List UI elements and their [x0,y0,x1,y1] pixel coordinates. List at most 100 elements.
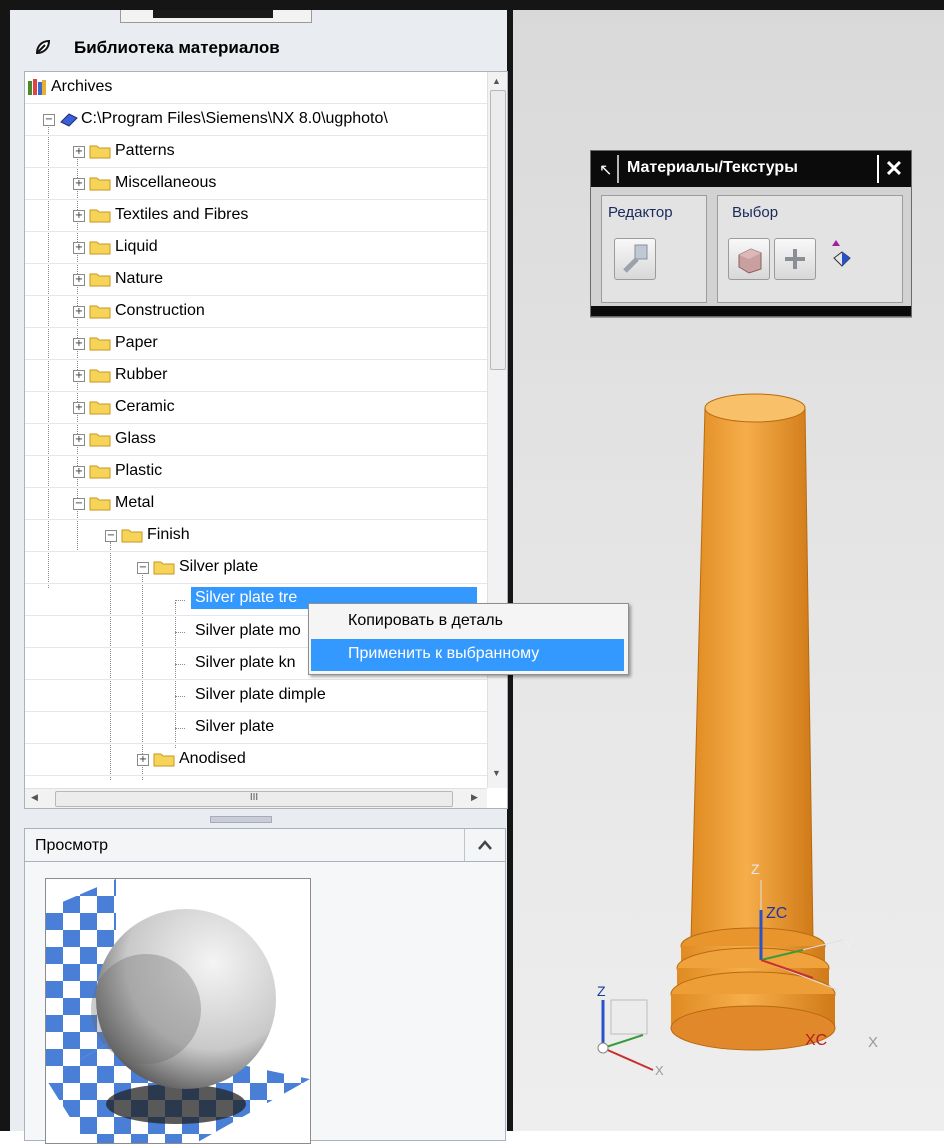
tree-row-silver-item[interactable]: Silver plate [25,712,487,744]
expand-icon[interactable]: + [73,210,85,222]
axis-label-y: Y [844,937,854,954]
tree-vertical-scrollbar[interactable]: ▲ ▼ [487,72,507,788]
tree-label-folder: Ceramic [115,398,175,415]
folder-icon [89,145,111,159]
expand-icon[interactable]: + [73,242,85,254]
toolbar-titlebar[interactable]: ↖ Материалы/Текстуры ✕ [591,151,911,187]
axis-label-x: X [868,1034,878,1051]
tree-row-finish[interactable]: − Finish [25,520,487,552]
diamond-arrow-icon [832,240,851,267]
tree-row-anodised[interactable]: + Anodised [25,744,487,776]
folder-icon [89,465,111,479]
library-title: Библиотека материалов [74,38,280,57]
tree-label-silver-item: Silver plate [195,718,275,735]
expand-icon[interactable]: + [73,370,85,382]
tree-row-folder[interactable]: + Plastic [25,456,487,488]
tree-label-folder: Glass [115,430,156,447]
plus-icon [785,249,805,269]
scroll-right-arrow-icon[interactable]: ▶ [471,792,478,803]
folder-icon [153,561,175,575]
toolbar-group-editor: Редактор [601,195,707,303]
collapse-icon[interactable]: − [137,562,149,574]
menu-item-apply-to-selected[interactable]: Применить к выбранному [311,639,624,671]
select-material-button[interactable] [728,238,770,280]
menu-item-label: Копировать в деталь [348,612,503,629]
expand-icon[interactable]: + [73,338,85,350]
scroll-up-arrow-icon[interactable]: ▲ [492,76,501,86]
group-label-editor: Редактор [608,204,673,221]
tree-label-silver-item: Silver plate mo [195,622,301,639]
materials-textures-toolbar: ↖ Материалы/Текстуры ✕ Редактор Выбор [590,150,912,317]
preview-pane [24,862,506,1144]
tree-row-folder[interactable]: + Textiles and Fibres [25,200,487,232]
expand-icon[interactable]: + [73,178,85,190]
tree-label-finish: Finish [147,526,190,543]
tree-row-folder[interactable]: + Glass [25,424,487,456]
library-book-icon [60,113,78,127]
axis-label-z: Z [751,861,760,877]
collapse-icon[interactable]: − [43,114,55,126]
tree-row-archives[interactable]: Archives [25,72,487,104]
tree-label-folder: Textiles and Fibres [115,206,249,223]
scroll-down-arrow-icon[interactable]: ▼ [492,768,501,778]
axis-label-zc: ZC [766,905,787,922]
tree-horizontal-scrollbar[interactable]: ◀ III ▶ [25,788,487,808]
tree-row-folder[interactable]: + Ceramic [25,392,487,424]
tree-label-folder: Plastic [115,462,163,479]
collapse-icon[interactable]: − [73,498,85,510]
collapse-preview-button[interactable] [464,829,505,861]
tree-row-folder[interactable]: + Construction [25,296,487,328]
menu-item-copy-to-part[interactable]: Копировать в деталь [311,606,624,638]
material-editor-button[interactable] [614,238,656,280]
scroll-left-arrow-icon[interactable]: ◀ [31,792,38,803]
folder-icon [89,209,111,223]
tree-label-folder: Nature [115,270,164,287]
tree-row-folder[interactable]: + Rubber [25,360,487,392]
preview-splitter[interactable] [210,816,272,823]
materials-tree[interactable]: Archives − C:\Program Files\Siemens\NX 8… [24,71,508,809]
folder-icon [89,497,111,511]
tree-label-folder: Rubber [115,366,168,383]
folder-icon [121,529,143,543]
tree-label-folder: Liquid [115,238,158,255]
pin-arrow-icon[interactable]: ↖ [599,160,612,180]
scroll-thumb[interactable]: III [55,791,453,807]
tree-row-folder[interactable]: + Paper [25,328,487,360]
tree-label-folder: Construction [115,302,205,319]
leaf-icon [35,39,51,55]
close-button[interactable]: ✕ [877,155,909,183]
tree-label-folder: Miscellaneous [115,174,217,191]
expand-icon[interactable]: + [73,306,85,318]
expand-icon[interactable]: + [137,754,149,766]
tree-row-folder[interactable]: + Patterns [25,136,487,168]
tree-row-folder[interactable]: + Liquid [25,232,487,264]
expand-icon[interactable]: + [73,274,85,286]
materials-library-panel: Библиотека материалов Archives − C:\Prog… [10,10,508,1144]
expand-icon[interactable]: + [73,146,85,158]
panel-resize-handle[interactable] [120,10,312,23]
tree-label-anodised: Anodised [179,750,246,767]
column-model[interactable]: Z ZC Y XC X Z X [513,340,944,1131]
tree-label-archives: Archives [51,78,113,95]
expand-icon[interactable]: + [73,466,85,478]
tree-row-silver-item[interactable]: Silver plate dimple [25,680,487,712]
collapse-icon[interactable]: − [105,530,117,542]
remove-material-button[interactable] [822,236,862,276]
scroll-thumb[interactable] [490,90,506,370]
expand-icon[interactable]: + [73,402,85,414]
tree-row-silver-plate-folder[interactable]: − Silver plate [25,552,487,584]
tree-row-folder[interactable]: + Miscellaneous [25,168,487,200]
menu-item-label: Применить к выбранному [348,645,540,662]
folder-icon [153,753,175,767]
tree-row-path[interactable]: − C:\Program Files\Siemens\NX 8.0\ugphot… [25,104,487,136]
window-frame-left [0,0,10,1131]
folder-icon [89,273,111,287]
tree-row-folder[interactable]: − Metal [25,488,487,520]
toolbar-title: Материалы/Текстуры [627,159,798,176]
tree-label-folder: Paper [115,334,158,351]
add-material-button[interactable] [774,238,816,280]
cube-material-icon [738,248,762,274]
expand-icon[interactable]: + [73,434,85,446]
tree-row-folder[interactable]: + Nature [25,264,487,296]
triad-label-z: Z [597,983,606,999]
